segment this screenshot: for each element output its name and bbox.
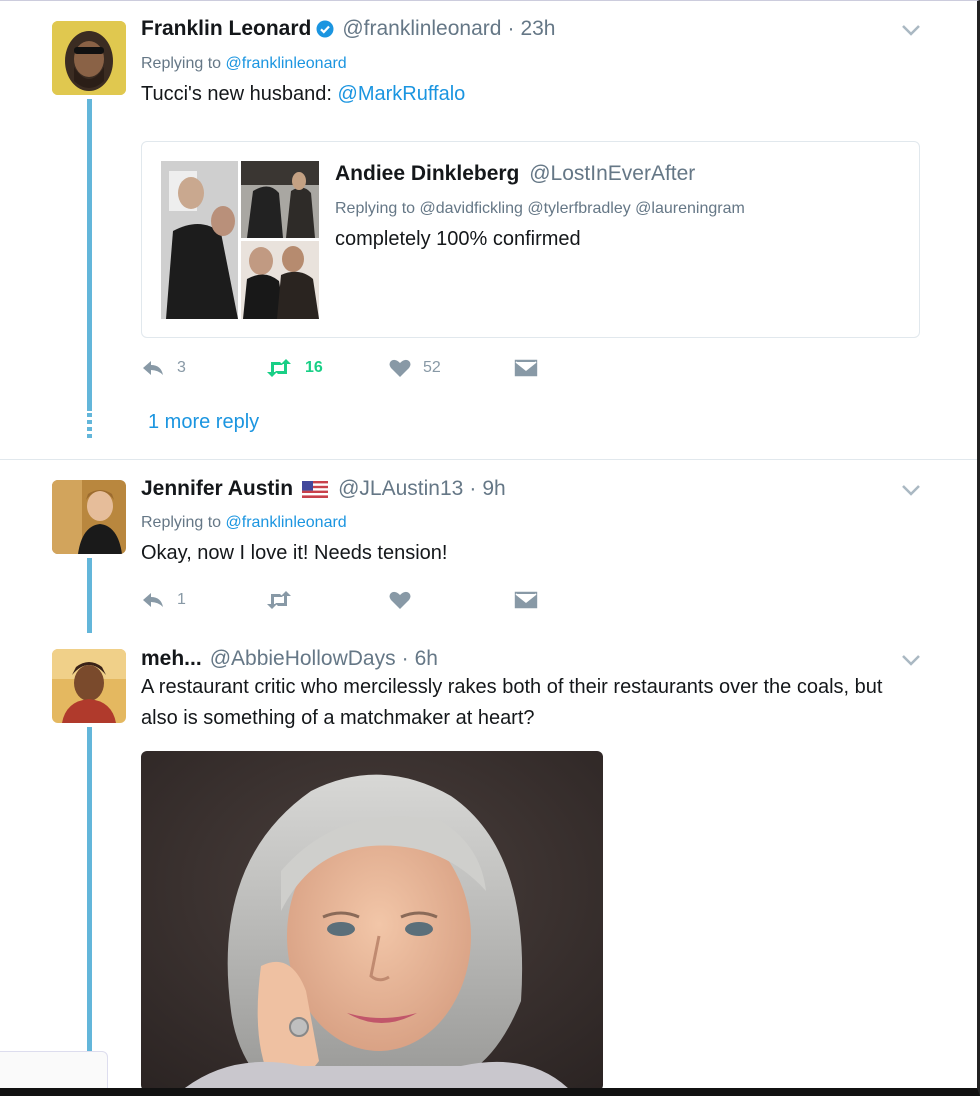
dm-button[interactable] [513, 358, 637, 378]
heart-icon [389, 359, 411, 377]
separator: · [469, 477, 477, 500]
tweet-actions: 3 16 52 [141, 358, 637, 378]
timestamp[interactable]: 9h [482, 477, 505, 501]
separator: · [401, 647, 409, 670]
reply-icon [143, 361, 163, 375]
avatar[interactable] [52, 649, 126, 723]
user-handle[interactable]: @JLAustin13 [338, 477, 463, 501]
tweet-actions: 1 [141, 590, 637, 610]
tweet-franklin[interactable]: Franklin Leonard @franklinleonard · 23h … [0, 1, 977, 461]
reply-button[interactable]: 3 [141, 359, 265, 377]
like-button[interactable] [389, 590, 513, 610]
avatar-image [52, 649, 126, 723]
tweet-text: Okay, now I love it! Needs tension! [141, 542, 448, 564]
quoted-photo-collage [161, 161, 319, 319]
reply-count: 3 [177, 359, 186, 376]
heart-icon [389, 591, 411, 609]
us-flag-icon [302, 480, 329, 498]
user-handle[interactable]: @AbbieHollowDays [210, 647, 396, 671]
chevron-down-icon[interactable] [901, 653, 921, 667]
retweet-count: 16 [305, 359, 323, 376]
replying-to: Replying to @franklinleonard [141, 514, 347, 531]
separator: · [507, 17, 515, 40]
quoted-replying-to-links[interactable]: @davidfickling @tylerfbradley @laurening… [420, 200, 745, 217]
retweet-button[interactable] [265, 591, 389, 609]
quoted-media-grid[interactable] [161, 161, 319, 319]
quoted-replying-to: Replying to @davidfickling @tylerfbradle… [335, 200, 745, 217]
like-button[interactable]: 52 [389, 358, 513, 378]
reply-count: 1 [177, 591, 186, 608]
avatar[interactable] [52, 21, 126, 95]
quoted-tweet-text: completely 100% confirmed [335, 228, 581, 250]
replying-to-link[interactable]: @franklinleonard [226, 514, 347, 531]
quoted-display-name[interactable]: Andiee Dinkleberg [335, 162, 519, 185]
mention-link[interactable]: @MarkRuffalo [338, 83, 466, 105]
retweet-button[interactable]: 16 [265, 359, 389, 377]
timeline-frame: Franklin Leonard @franklinleonard · 23h … [0, 0, 980, 1096]
retweet-icon [267, 591, 291, 609]
tweet-jennifer[interactable]: Jennifer Austin @JLAustin13 · 9h Replyin… [0, 461, 977, 633]
replying-to-link[interactable]: @franklinleonard [226, 55, 347, 72]
thread-line-dotted [87, 413, 92, 439]
timestamp[interactable]: 23h [520, 17, 555, 41]
reply-button[interactable]: 1 [141, 591, 265, 609]
tweet-text: Tucci's new husband: @MarkRuffalo [141, 83, 466, 105]
quoted-tweet[interactable]: Andiee Dinkleberg @LostInEverAfter Reply… [141, 141, 920, 338]
user-handle[interactable]: @franklinleonard [342, 17, 501, 41]
thread-line [87, 727, 92, 1088]
dm-icon [513, 358, 539, 378]
dm-icon [513, 590, 539, 610]
quoted-user-handle[interactable]: @LostInEverAfter [529, 162, 695, 185]
tweet-media-photo[interactable] [141, 751, 603, 1088]
tweet-text: A restaurant critic who mercilessly rake… [141, 676, 883, 729]
like-count: 52 [423, 359, 441, 376]
chevron-down-icon[interactable] [901, 23, 921, 37]
avatar[interactable] [52, 480, 126, 554]
portrait-photo [141, 751, 603, 1088]
retweet-icon [267, 359, 291, 377]
display-name[interactable]: Franklin Leonard [141, 17, 311, 41]
display-name[interactable]: meh... [141, 647, 202, 671]
divider [0, 459, 977, 460]
timestamp[interactable]: 6h [415, 647, 438, 671]
avatar-image [52, 21, 126, 95]
verified-badge-icon [316, 20, 334, 38]
overlay-panel-edge [0, 1051, 108, 1088]
thread-line [87, 99, 92, 411]
thread-line [87, 558, 92, 633]
display-name[interactable]: Jennifer Austin [141, 477, 293, 501]
avatar-image [52, 480, 126, 554]
reply-icon [143, 593, 163, 607]
dm-button[interactable] [513, 590, 637, 610]
chevron-down-icon[interactable] [901, 483, 921, 497]
replying-to: Replying to @franklinleonard [141, 55, 347, 72]
more-replies-link[interactable]: 1 more reply [148, 411, 259, 434]
